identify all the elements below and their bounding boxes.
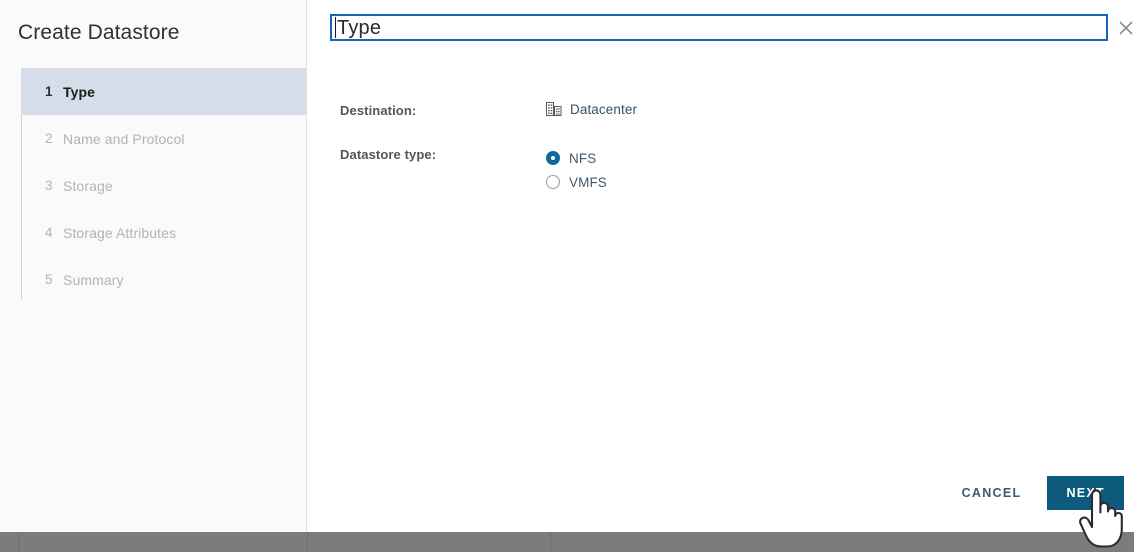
radio-mark-nfs — [546, 151, 560, 165]
create-datastore-wizard: Create Datastore 1 Type 2 Name and Proto… — [0, 0, 1134, 532]
destination-name: Datacenter — [570, 101, 638, 117]
step-label: Summary — [63, 271, 124, 288]
taskbar-divider — [18, 532, 19, 552]
wizard-footer: CANCEL NEXT — [948, 476, 1124, 510]
step-number: 3 — [45, 178, 53, 193]
close-icon[interactable] — [1115, 17, 1134, 39]
radio-option-vmfs[interactable]: VMFS — [546, 170, 607, 194]
radio-label-nfs: NFS — [569, 150, 597, 166]
screen-root: Create Datastore 1 Type 2 Name and Proto… — [0, 0, 1134, 552]
step-label: Storage — [63, 177, 113, 194]
sidebar-step-name-and-protocol[interactable]: 2 Name and Protocol — [21, 115, 306, 162]
step-label: Name and Protocol — [63, 130, 185, 147]
taskbar-divider — [550, 532, 551, 552]
datacenter-icon — [546, 102, 562, 116]
datastore-type-label: Datastore type: — [340, 147, 437, 162]
sidebar-step-summary[interactable]: 5 Summary — [21, 256, 306, 303]
sidebar-step-storage[interactable]: 3 Storage — [21, 162, 306, 209]
step-label: Type — [63, 83, 96, 100]
destination-label: Destination: — [340, 103, 417, 118]
desktop-taskbar[interactable] — [0, 532, 1134, 552]
cancel-button[interactable]: CANCEL — [948, 477, 1036, 509]
wizard-title: Create Datastore — [18, 21, 180, 44]
step-number: 2 — [45, 131, 53, 146]
sidebar-step-storage-attributes[interactable]: 4 Storage Attributes — [21, 209, 306, 256]
datastore-type-radio-group: NFS VMFS — [546, 145, 607, 194]
page-title: Type — [337, 16, 382, 39]
radio-label-vmfs: VMFS — [569, 174, 607, 190]
taskbar-divider — [307, 532, 308, 552]
radio-mark-vmfs — [546, 175, 560, 189]
radio-option-nfs[interactable]: NFS — [546, 146, 607, 170]
step-number: 4 — [45, 225, 53, 240]
sidebar-step-type[interactable]: 1 Type — [21, 68, 306, 115]
wizard-sidebar: Create Datastore 1 Type 2 Name and Proto… — [0, 0, 307, 532]
destination-row: Destination: Datacenter — [340, 101, 1134, 120]
form-body: Destination: Datacenter Datastore type: … — [307, 60, 1134, 194]
step-number: 1 — [45, 84, 53, 99]
wizard-content: Type Destination: Datacenter Datastore t… — [307, 0, 1134, 532]
page-title-field[interactable]: Type — [330, 14, 1108, 41]
wizard-step-list: 1 Type 2 Name and Protocol 3 Storage 4 S… — [0, 68, 306, 303]
step-label: Storage Attributes — [63, 224, 177, 241]
text-caret — [335, 17, 336, 38]
next-button[interactable]: NEXT — [1047, 476, 1124, 510]
destination-value: Datacenter — [546, 101, 637, 117]
datastore-type-row: Datastore type: NFS VMFS — [340, 145, 1134, 194]
content-header: Type — [307, 0, 1134, 60]
step-number: 5 — [45, 272, 53, 287]
